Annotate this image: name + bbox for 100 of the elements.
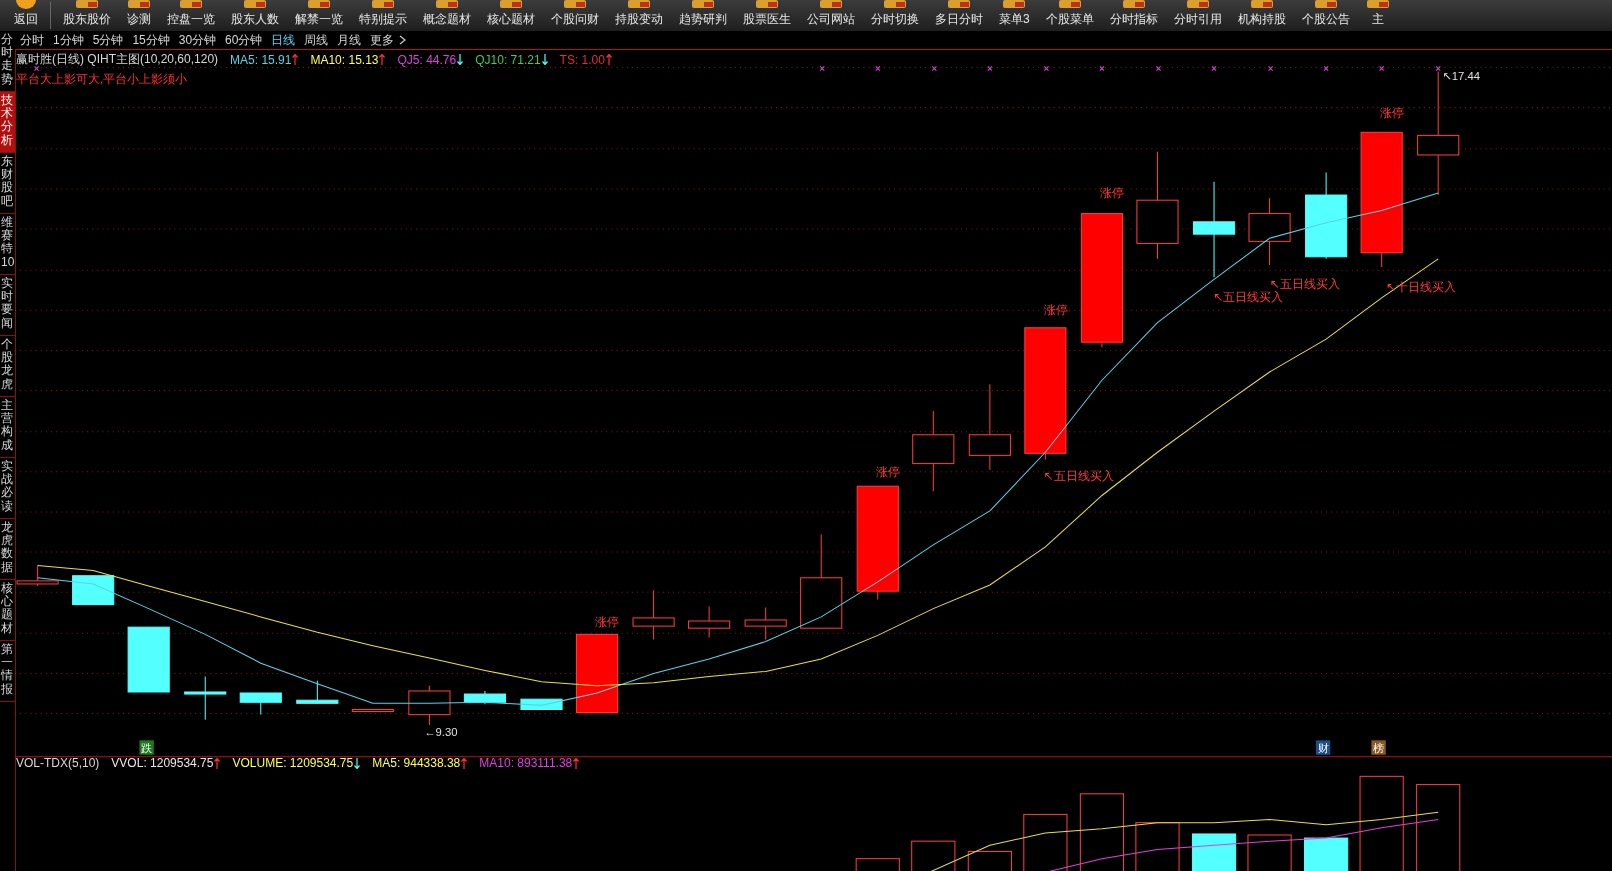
- toolbar-button[interactable]: 个股公告: [1293, 0, 1358, 31]
- period-tab[interactable]: 60分钟: [225, 31, 263, 49]
- folder-icon: [179, 0, 203, 9]
- folder-icon: [307, 0, 331, 9]
- sidebar-tab[interactable]: 核心题材: [0, 580, 15, 641]
- folder-icon: [127, 0, 151, 9]
- period-tab[interactable]: 月线: [337, 31, 362, 49]
- toolbar-button[interactable]: 分时指标: [1101, 0, 1166, 31]
- event-marker[interactable]: 财: [1315, 740, 1331, 755]
- folder-icon: [1249, 0, 1274, 9]
- cross-mark-icon: [1211, 65, 1217, 72]
- candlestick: [127, 626, 170, 693]
- indicator-value: MA5: 944338.38: [372, 756, 461, 770]
- indicator-value: MA5: 15.91: [230, 52, 292, 67]
- period-tab[interactable]: 15分钟: [132, 31, 170, 49]
- folder-icon: [755, 0, 779, 9]
- toolbar-button[interactable]: 概念题材: [415, 0, 479, 31]
- folder-icon: [947, 0, 971, 9]
- candlestick: [1248, 197, 1291, 266]
- price-label: ↖17.44: [1442, 69, 1481, 82]
- folder-icon: [883, 0, 907, 9]
- folder-icon: [1002, 0, 1027, 9]
- candlestick: [632, 589, 675, 641]
- toolbar-button[interactable]: 股东股价: [55, 0, 119, 31]
- toolbar-button[interactable]: 特别提示: [351, 0, 415, 31]
- signal-label: 涨停: [595, 615, 620, 630]
- period-tab[interactable]: 更多: [370, 31, 395, 49]
- period-tab[interactable]: 周线: [304, 31, 329, 49]
- candlestick: [688, 606, 731, 638]
- signal-label: ↖五日线买入: [1269, 276, 1340, 291]
- folder-icon: [563, 0, 587, 9]
- period-tab[interactable]: 分时: [20, 31, 44, 49]
- indicator-value: MA10: 15.13: [310, 52, 379, 67]
- toolbar-button[interactable]: 核心题材: [479, 0, 543, 31]
- candlestick: [463, 690, 507, 705]
- toolbar-button[interactable]: 分时引用: [1165, 0, 1230, 31]
- cross-mark-icon: [819, 65, 825, 72]
- event-marker[interactable]: 榜: [1371, 740, 1386, 755]
- indicator-value: VOLUME: 1209534.75: [232, 756, 354, 770]
- folder-icon: [819, 0, 843, 9]
- sidebar-tab[interactable]: 维赛特10: [0, 214, 15, 275]
- folder-icon: [691, 0, 715, 9]
- indicator-value: MA10: 893111.38: [479, 756, 573, 770]
- candlestick: [408, 685, 451, 726]
- sidebar-tab[interactable]: 实战必读: [0, 458, 15, 519]
- event-marker[interactable]: 跌: [139, 740, 154, 755]
- toolbar-button[interactable]: 解禁一览: [287, 0, 351, 31]
- toolbar-button[interactable]: 返回: [6, 0, 46, 31]
- candlestick: [296, 680, 339, 704]
- sidebar-tab[interactable]: 技术分析: [0, 92, 15, 153]
- cross-mark-icon: [1323, 65, 1329, 72]
- candlestick: [184, 676, 227, 721]
- toolbar-button[interactable]: 趋势研判: [671, 0, 735, 31]
- toolbar-button[interactable]: 菜单3: [991, 0, 1038, 31]
- toolbar-button[interactable]: 诊测: [119, 0, 159, 31]
- period-tab[interactable]: 5分钟: [92, 31, 124, 49]
- cross-mark-icon: [1155, 65, 1162, 72]
- toolbar-button[interactable]: 个股菜单: [1037, 0, 1102, 31]
- cross-mark-icon: [1435, 65, 1441, 72]
- signal-label: 涨停: [1043, 303, 1068, 318]
- price-label: ←9.30: [424, 726, 458, 739]
- toolbar-button[interactable]: 分时切换: [863, 0, 927, 31]
- period-tab[interactable]: 日线: [271, 31, 296, 49]
- toolbar-button[interactable]: 个股问财: [543, 0, 607, 31]
- indicator-title: VOL-TDX(5,10): [16, 756, 100, 770]
- chevron-right-icon[interactable]: [399, 35, 407, 45]
- chart-title: 赢时胜(日线) QIHT主图(10,20,60,120): [16, 51, 219, 68]
- period-tab[interactable]: 1分钟: [53, 31, 84, 49]
- sidebar-tab[interactable]: 实时要闻: [0, 275, 15, 336]
- toolbar-button[interactable]: 持股变动: [607, 0, 671, 31]
- signal-label: 涨停: [1100, 186, 1125, 201]
- folder-icon: [371, 0, 395, 9]
- sidebar-tab[interactable]: 东财股吧: [0, 153, 15, 214]
- toolbar-button[interactable]: 公司网站: [799, 0, 863, 31]
- folder-icon: [243, 0, 267, 9]
- toolbar-button[interactable]: 控盘一览: [159, 0, 223, 31]
- toolbar-button[interactable]: 股东人数: [223, 0, 287, 31]
- sidebar-tab[interactable]: 第一情报: [0, 641, 15, 702]
- candlestick: [520, 698, 563, 710]
- sidebar-tab[interactable]: 主营构成: [0, 397, 15, 458]
- folder-icon: [627, 0, 651, 9]
- cross-mark-icon: [1268, 65, 1274, 72]
- period-tab[interactable]: 30分钟: [178, 31, 217, 49]
- folder-icon: [1057, 0, 1082, 9]
- folder-icon: [75, 0, 99, 9]
- toolbar-button[interactable]: 主: [1357, 0, 1398, 31]
- sidebar-tab[interactable]: 个股龙虎: [0, 336, 15, 397]
- indicator-value: QJ5: 44.76: [397, 52, 457, 67]
- candlestick: [351, 708, 394, 713]
- signal-label: ↖五日线买入: [1213, 290, 1284, 305]
- toolbar-button[interactable]: 机构持股: [1229, 0, 1294, 31]
- indicator-value: QJ10: 71.21: [475, 52, 541, 67]
- signal-label: 涨停: [876, 464, 901, 479]
- toolbar-button[interactable]: 多日分时: [927, 0, 991, 31]
- sidebar-tab[interactable]: 龙虎数据: [0, 519, 15, 580]
- toolbar-button[interactable]: 股票医生: [735, 0, 799, 31]
- candlestick: [239, 692, 282, 716]
- signal-label: 涨停: [1379, 105, 1404, 120]
- signal-label: ↖五日线买入: [1043, 469, 1114, 484]
- folder-icon: [1365, 0, 1390, 9]
